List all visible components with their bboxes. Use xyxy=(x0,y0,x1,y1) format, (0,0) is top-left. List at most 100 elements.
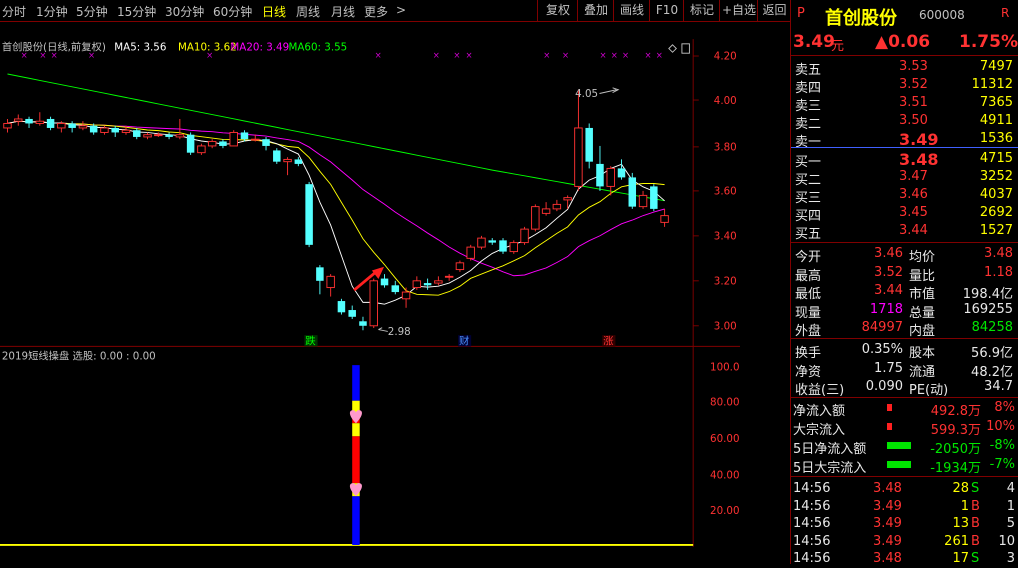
tick-row[interactable]: 14:56 3.49 261 B 10 xyxy=(791,533,1018,551)
flow-value: -2050万 xyxy=(930,442,981,457)
tab-30min[interactable]: 30分钟 xyxy=(165,3,204,20)
fund-value: 56.9亿 xyxy=(971,346,1013,361)
candle-body xyxy=(444,275,454,278)
svg-text:×: × xyxy=(611,50,618,60)
divider xyxy=(791,55,1018,56)
ma10-line-path xyxy=(7,120,665,296)
candle-body xyxy=(509,242,518,253)
fundamental-row: 收益(三) 0.090 PE(动) 34.7 xyxy=(791,378,1018,398)
indicator-tick: 80.00 xyxy=(710,396,739,408)
tab-daily[interactable]: 日线 xyxy=(262,3,286,20)
high-price-label: 4.05 xyxy=(575,88,598,100)
adjust-button[interactable]: 复权 xyxy=(537,0,578,21)
flow-pct: 10% xyxy=(986,419,1015,434)
sell-row: 卖三 3.51 7365 xyxy=(791,94,1018,114)
stat-label: 今开 xyxy=(795,250,822,265)
low-arrow-icon xyxy=(378,327,388,332)
candle-body xyxy=(477,237,486,248)
high-arrow-icon xyxy=(599,87,620,94)
price-tick: 4.20 xyxy=(714,51,737,63)
fund-label: 流通 xyxy=(909,364,936,380)
divider xyxy=(791,338,1018,339)
tick-volume: 13 xyxy=(952,516,969,531)
ma5-legend: MA5: 3.56 xyxy=(114,41,166,53)
svg-text:×: × xyxy=(656,50,663,60)
candle-body xyxy=(434,280,443,284)
stat-value: 3.48 xyxy=(984,246,1013,261)
tick-row[interactable]: 14:56 3.48 28 S 4 xyxy=(791,480,1018,498)
tick-price: 3.49 xyxy=(873,516,902,531)
tab-1min[interactable]: 1分钟 xyxy=(36,3,68,20)
candle-body xyxy=(305,184,313,245)
tick-row[interactable]: 14:56 3.49 1 B 1 xyxy=(791,498,1018,516)
kline-chart[interactable]: 首创股份(日线,前复权) MA5: 3.56 MA10: 3.62 MA20: … xyxy=(0,22,740,564)
ma60-line xyxy=(7,73,665,202)
svg-text:×: × xyxy=(88,50,95,60)
candle-body xyxy=(316,267,324,281)
sell-volume: 1536 xyxy=(979,131,1013,146)
stat-label: 市值 xyxy=(909,287,936,302)
price-change-pct: 1.75% xyxy=(959,32,1018,52)
candle-body xyxy=(35,120,45,124)
tick-side: S xyxy=(971,481,980,496)
indicator-tick: 20.00 xyxy=(710,505,739,517)
svg-text:×: × xyxy=(433,50,440,60)
flow-bar xyxy=(887,404,892,411)
price-tick: 3.80 xyxy=(714,142,737,154)
tab-monthly[interactable]: 月线 xyxy=(331,3,355,20)
tab-5min[interactable]: 5分钟 xyxy=(76,3,108,20)
indicator-tick: 60.00 xyxy=(710,433,739,445)
candle-body xyxy=(552,203,562,210)
draw-line-button[interactable]: 画线 xyxy=(613,0,650,21)
divider xyxy=(791,242,1018,243)
current-price: 3.49 xyxy=(793,32,835,52)
flow-pct: -7% xyxy=(989,457,1015,472)
tick-time: 14:56 xyxy=(793,516,831,531)
stat-label: 总量 xyxy=(909,305,936,321)
buy-row: 买三 3.46 4037 xyxy=(791,186,1018,206)
quote-header: P 首创股份 600008 R xyxy=(791,4,1018,29)
tab-15min[interactable]: 15分钟 xyxy=(117,3,156,20)
tab-more[interactable]: 更多 xyxy=(364,3,388,20)
tab-60min[interactable]: 60分钟 xyxy=(213,3,252,20)
add-watchlist-button[interactable]: +自选 xyxy=(719,0,758,21)
ma60-legend: MA60: 3.55 xyxy=(289,41,348,53)
fund-label: 股本 xyxy=(909,346,936,361)
candle-body xyxy=(186,134,195,153)
bid-ask-divider xyxy=(791,147,1018,148)
stat-value: 1718 xyxy=(869,301,903,317)
tab-weekly[interactable]: 周线 xyxy=(296,3,320,20)
candle-body xyxy=(650,186,658,209)
chevron-right-icon[interactable]: > xyxy=(396,3,406,17)
flow-label: 净流入额 xyxy=(793,404,846,419)
candle-body xyxy=(262,139,270,146)
svg-text:×: × xyxy=(453,50,460,60)
svg-text:×: × xyxy=(375,50,382,60)
sell-volume: 7497 xyxy=(979,59,1013,74)
back-button[interactable]: 返回 xyxy=(757,0,791,21)
tick-row[interactable]: 14:56 3.48 17 S 3 xyxy=(791,550,1018,568)
ma5-line-path xyxy=(7,120,665,305)
price-tick: 3.00 xyxy=(714,321,737,333)
candle-body xyxy=(660,215,669,223)
diamond-icon xyxy=(668,44,677,53)
tab-timeshare[interactable]: 分时 xyxy=(2,3,26,20)
mark-button[interactable]: 标记 xyxy=(683,0,720,21)
stat-row: 最高 3.52 量比 1.18 xyxy=(791,264,1018,284)
flow-label: 大宗流入 xyxy=(793,423,846,438)
ma10-line xyxy=(7,120,665,296)
tick-row[interactable]: 14:56 3.49 13 B 5 xyxy=(791,515,1018,533)
overlay-button[interactable]: 叠加 xyxy=(577,0,614,21)
sell-volume: 11312 xyxy=(971,77,1013,92)
buy-price: 3.46 xyxy=(899,187,928,202)
fund-value: 1.75 xyxy=(874,360,903,376)
candle-body xyxy=(391,285,400,293)
f10-button[interactable]: F10 xyxy=(649,0,684,21)
stat-label: 外盘 xyxy=(795,324,822,339)
fund-value: 34.7 xyxy=(984,379,1013,394)
sell-volume: 7365 xyxy=(979,95,1013,110)
candle-body xyxy=(46,118,55,128)
buy-volume: 1527 xyxy=(979,223,1013,238)
stat-label: 内盘 xyxy=(909,324,936,339)
price-unit: 元 xyxy=(831,39,845,54)
